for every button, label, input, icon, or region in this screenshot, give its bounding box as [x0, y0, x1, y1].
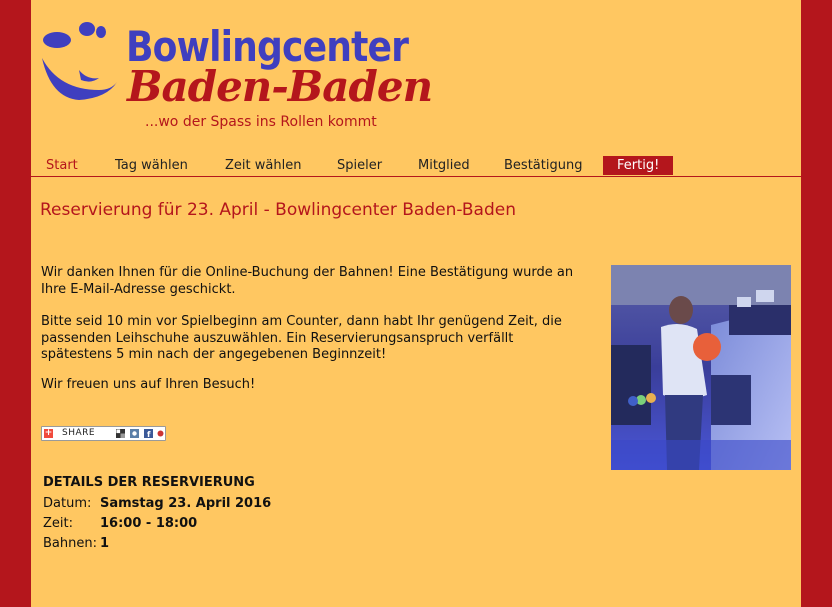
site-logo[interactable]: Bowlingcenter Baden-Baden ...wo der Spas…: [39, 18, 433, 138]
digg-icon: [130, 429, 139, 438]
nav-start[interactable]: Start: [46, 156, 78, 175]
logo-tagline: ...wo der Spass ins Rollen kommt: [145, 114, 377, 130]
more-icon: [157, 430, 164, 437]
nav-spieler[interactable]: Spieler: [337, 156, 382, 175]
bowling-face-icon: [42, 22, 117, 100]
share-label: SHARE: [62, 428, 96, 438]
nav-tag-waehlen[interactable]: Tag wählen: [115, 156, 188, 175]
lanes-value: 1: [100, 536, 110, 551]
time-value: 16:00 - 18:00: [100, 516, 198, 531]
nav-bestaetigung[interactable]: Bestätigung: [504, 156, 582, 175]
step-navigation: Start Tag wählen Zeit wählen Spieler Mit…: [31, 156, 801, 177]
arrival-info-text: Bitte seid 10 min vor Spielbeginn am Cou…: [41, 314, 562, 362]
nav-fertig[interactable]: Fertig!: [603, 156, 674, 175]
thank-you-text: Wir danken Ihnen für die Online-Buchung …: [41, 265, 574, 297]
delicious-icon: [116, 429, 125, 438]
page-title: Reservierung für 23. April - Bowlingcent…: [40, 200, 516, 220]
date-value: Samstag 23. April 2016: [100, 496, 272, 511]
plus-icon: +: [44, 428, 53, 438]
bowling-photo: [611, 265, 791, 470]
nav-mitglied[interactable]: Mitglied: [418, 156, 470, 175]
time-label: Zeit:: [43, 516, 73, 531]
closing-text: Wir freuen uns auf Ihren Besuch!: [41, 377, 256, 392]
lanes-row: Bahnen: 1: [43, 534, 271, 554]
details-title: DETAILS DER RESERVIERUNG: [43, 475, 255, 490]
share-button[interactable]: + SHARE f: [41, 426, 166, 441]
page-container: Bowlingcenter Baden-Baden ...wo der Spas…: [31, 0, 801, 607]
date-row: Datum: Samstag 23. April 2016: [43, 494, 271, 514]
svg-text:f: f: [147, 430, 151, 438]
logo-subtitle: Baden-Baden: [127, 62, 433, 111]
facebook-icon: f: [144, 429, 153, 438]
time-row: Zeit: 16:00 - 18:00: [43, 514, 271, 534]
reservation-details: DETAILS DER RESERVIERUNG Datum: Samstag 2…: [43, 475, 271, 554]
lanes-label: Bahnen:: [43, 536, 97, 551]
nav-zeit-waehlen[interactable]: Zeit wählen: [225, 156, 301, 175]
date-label: Datum:: [43, 496, 92, 511]
